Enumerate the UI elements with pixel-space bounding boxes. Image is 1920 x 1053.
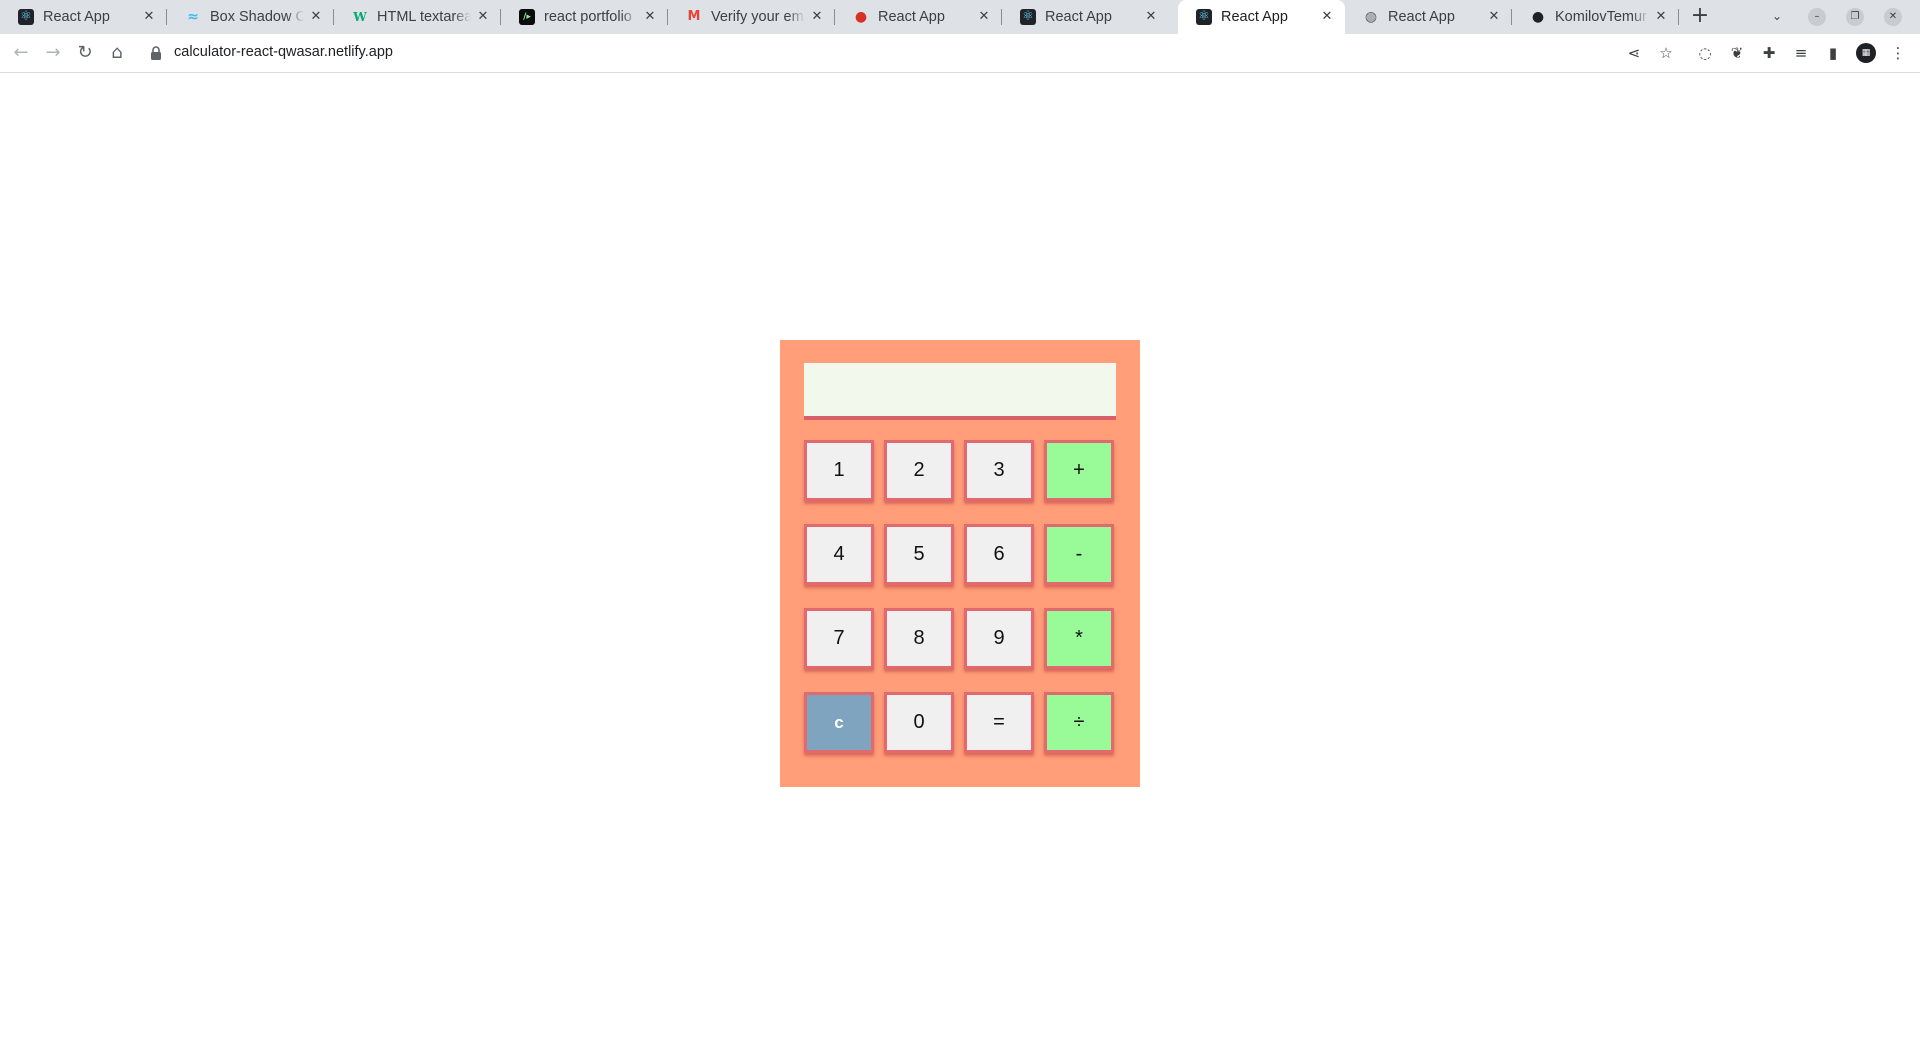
calculator-display[interactable] [804,363,1116,416]
extension-icon[interactable]: ❦ [1727,43,1747,63]
lock-icon[interactable] [150,46,162,60]
media-control-icon[interactable]: ≡ [1791,43,1811,63]
tab-box-shadow[interactable]: ≈ Box Shadow CSS Generator ✕ [167,0,334,34]
digit-3-button[interactable]: 3 [964,440,1034,501]
digit-4-button[interactable]: 4 [804,524,874,585]
close-icon[interactable]: ✕ [141,9,157,25]
new-tab-button[interactable]: + [1688,5,1712,29]
close-icon[interactable]: ✕ [1319,9,1335,25]
puzzle-icon[interactable]: ✚ [1759,43,1779,63]
tab-separator [1678,9,1679,25]
tab-title: KomilovTemur [1555,9,1647,25]
tab-title: React App [1221,9,1288,25]
tab-title: Verify your email [711,9,805,25]
red-dot-icon: ● [854,9,868,25]
tab-title: React App [1388,9,1455,25]
side-panel-icon[interactable]: ▮ [1823,43,1843,63]
react-icon: ⚛ [18,9,34,25]
divide-button[interactable]: ÷ [1044,692,1114,753]
digit-7-button[interactable]: 7 [804,608,874,669]
tailwind-icon: ≈ [187,9,199,25]
reload-icon[interactable]: ↻ [73,41,97,65]
tab-react-app-2[interactable]: ● React App ✕ [835,0,1002,34]
tab-title: React App [43,9,110,25]
plus-button[interactable]: + [1044,440,1114,501]
tab-search-icon[interactable]: ⌄ [1768,7,1786,25]
globe-icon: ◍ [1364,9,1378,25]
close-icon[interactable]: ✕ [1653,9,1669,25]
tab-html-textarea[interactable]: W HTML textarea tag ✕ [334,0,501,34]
digit-6-button[interactable]: 6 [964,524,1034,585]
tab-react-app-1[interactable]: ⚛ React App ✕ [0,0,167,34]
digit-2-button[interactable]: 2 [884,440,954,501]
close-icon[interactable]: ✕ [976,9,992,25]
close-icon[interactable]: ✕ [1143,9,1159,25]
tab-title: Box Shadow CSS Generator [210,9,304,25]
close-icon[interactable]: ✕ [809,9,825,25]
digit-8-button[interactable]: 8 [884,608,954,669]
extension-circle-icon[interactable]: ◌ [1695,43,1715,63]
w3schools-icon: W [353,10,367,24]
tab-react-portfolio[interactable]: /▸ react portfolio ✕ [501,0,668,34]
profile-avatar[interactable]: ▦ [1856,43,1876,63]
digit-5-button[interactable]: 5 [884,524,954,585]
tab-github[interactable]: ● KomilovTemur ✕ [1512,0,1679,34]
forward-icon[interactable]: → [41,41,65,65]
home-icon[interactable]: ⌂ [105,41,129,65]
tab-verify-email[interactable]: M Verify your email ✕ [668,0,835,34]
bookmark-star-icon[interactable]: ☆ [1656,43,1676,63]
tab-title: HTML textarea tag [377,9,471,25]
github-icon: ● [1531,9,1545,25]
tab-title: react portfolio [544,9,632,25]
minus-button[interactable]: - [1044,524,1114,585]
digit-1-button[interactable]: 1 [804,440,874,501]
calculator: 1 2 3 +4 5 6- 7 8 9 * c 0 = ÷ [780,340,1140,787]
address-bar-url[interactable]: calculator-react-qwasar.netlify.app [174,44,393,60]
close-icon[interactable]: ✕ [1486,9,1502,25]
clear-button[interactable]: c [804,692,874,753]
back-icon[interactable]: ← [9,41,33,65]
menu-icon[interactable]: ⋮ [1888,43,1908,63]
react-icon: ⚛ [1196,9,1212,25]
multiply-button[interactable]: * [1044,608,1114,669]
close-window-icon[interactable]: ✕ [1884,8,1902,26]
tab-react-app-4[interactable]: ◍ React App ✕ [1345,0,1512,34]
equals-button[interactable]: = [964,692,1034,753]
restore-icon[interactable]: ❐ [1846,8,1864,26]
tab-title: React App [878,9,945,25]
gmail-icon: M [687,9,701,24]
close-icon[interactable]: ✕ [475,9,491,25]
close-icon[interactable]: ✕ [308,9,324,25]
digit-9-button[interactable]: 9 [964,608,1034,669]
tab-react-app-active[interactable]: ⚛ React App ✕ [1178,0,1345,34]
tab-react-app-3[interactable]: ⚛ React App ✕ [1002,0,1169,34]
minimize-icon[interactable]: – [1808,8,1826,26]
tab-title: React App [1045,9,1112,25]
browser-toolbar: ← → ↻ ⌂ calculator-react-qwasar.netlify.… [0,34,1920,73]
devpost-icon: /▸ [519,9,535,25]
close-icon[interactable]: ✕ [642,9,658,25]
react-icon: ⚛ [1020,9,1036,25]
tab-strip: ⚛ React App ✕ ≈ Box Shadow CSS Generator… [0,0,1920,34]
share-icon[interactable]: ⋖ [1624,43,1644,63]
digit-0-button[interactable]: 0 [884,692,954,753]
